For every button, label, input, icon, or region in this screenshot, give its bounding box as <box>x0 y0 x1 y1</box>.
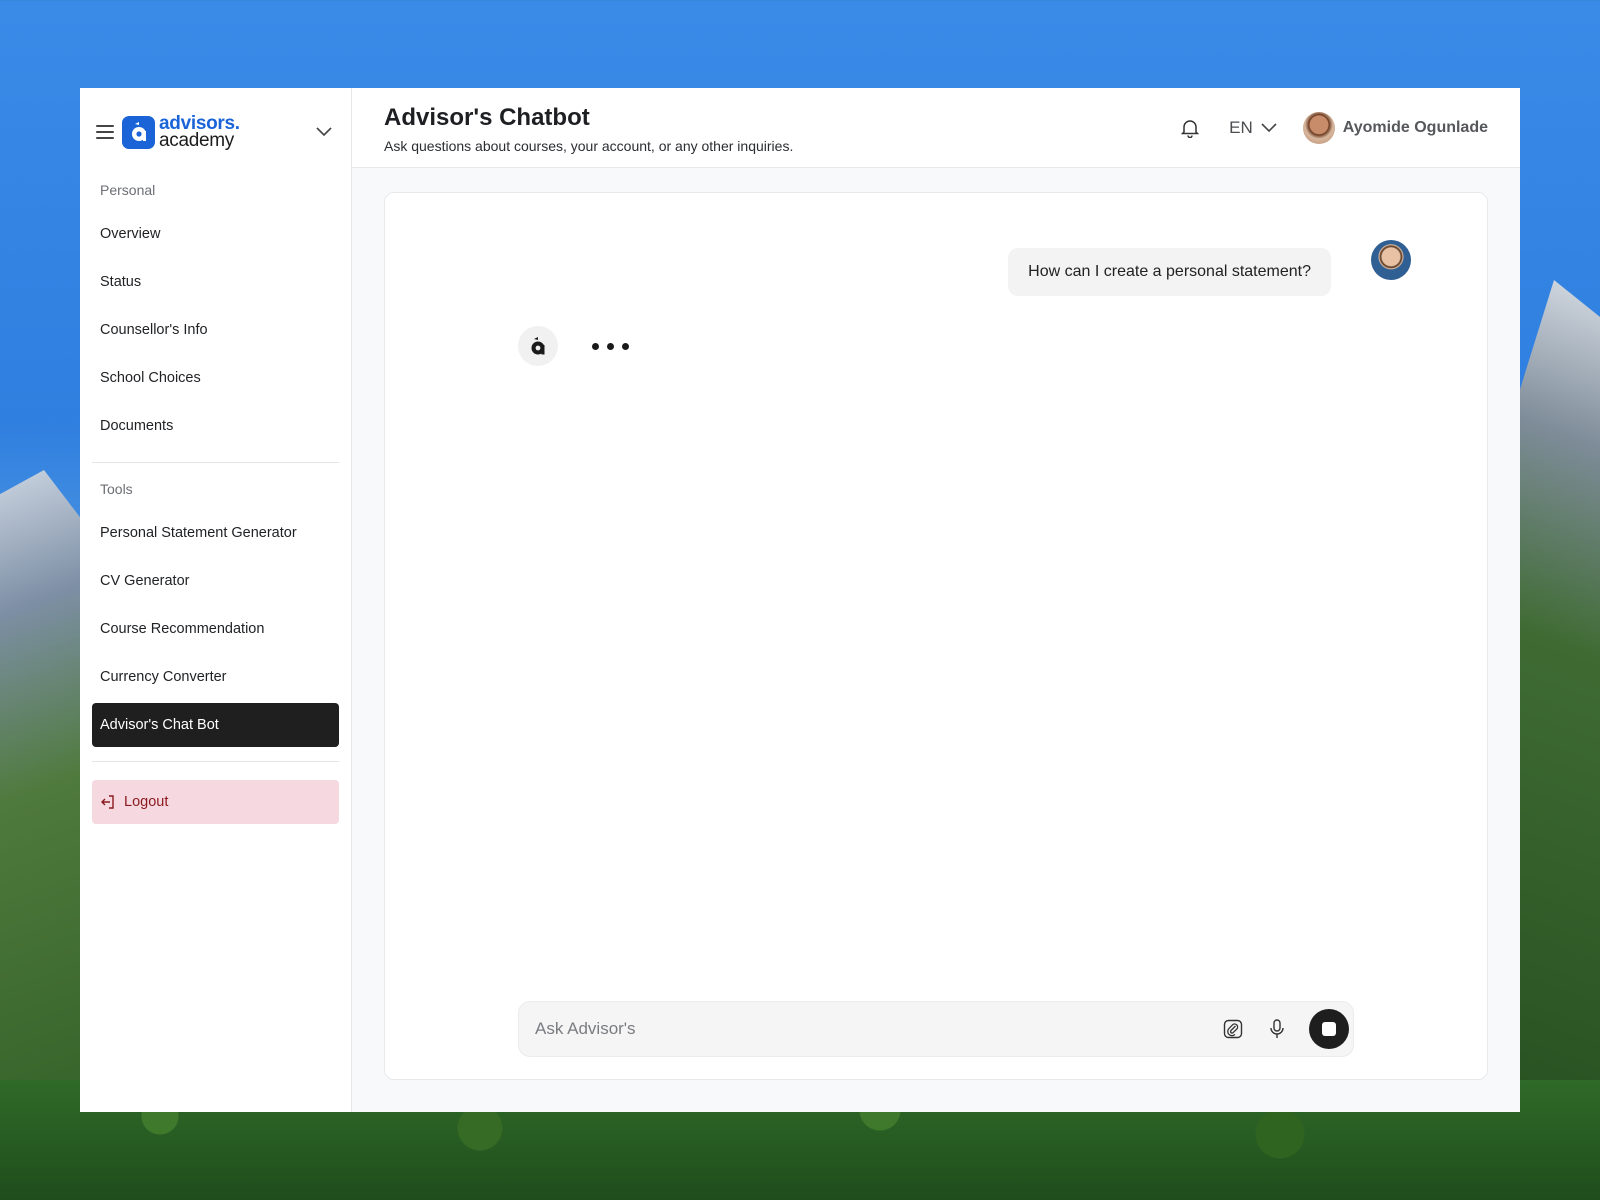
logout-label: Logout <box>124 794 169 810</box>
sidebar-item-course-recommendation[interactable]: Course Recommendation <box>92 607 339 651</box>
chat-input[interactable] <box>535 1019 1201 1039</box>
stop-icon <box>1322 1022 1336 1036</box>
top-actions: EN Ayomide Ogunlade <box>1179 111 1488 144</box>
app-window: advisors. academy Personal Overview Stat… <box>80 88 1520 1112</box>
brand-header: advisors. academy <box>92 88 339 176</box>
typing-indicator <box>592 342 629 350</box>
typing-dot <box>607 342 614 350</box>
sidebar-item-status[interactable]: Status <box>92 260 339 304</box>
sidebar-item-advisors-chat-bot[interactable]: Advisor's Chat Bot <box>92 703 339 747</box>
typing-dot <box>622 342 629 350</box>
bot-message <box>518 326 629 366</box>
user-message: How can I create a personal statement? <box>1008 240 1411 296</box>
sidebar-item-counsellors-info[interactable]: Counsellor's Info <box>92 308 339 352</box>
main-area: Advisor's Chatbot Ask questions about co… <box>352 88 1520 1112</box>
sidebar: advisors. academy Personal Overview Stat… <box>80 88 352 1112</box>
chevron-down-icon[interactable] <box>315 123 333 141</box>
hamburger-menu-icon[interactable] <box>96 125 114 139</box>
logout-icon <box>101 795 114 809</box>
brand-line2: academy <box>159 130 234 151</box>
chat-composer <box>518 1001 1354 1057</box>
user-menu[interactable]: Ayomide Ogunlade <box>1302 111 1488 144</box>
sidebar-divider <box>92 761 339 762</box>
typing-dot <box>592 342 599 350</box>
chat-panel: How can I create a personal statement? <box>384 192 1488 1080</box>
sidebar-item-school-choices[interactable]: School Choices <box>92 356 339 400</box>
bell-icon[interactable] <box>1179 117 1201 139</box>
brand-logo[interactable]: advisors. academy <box>159 114 240 151</box>
page-title: Advisor's Chatbot <box>384 103 590 131</box>
user-message-bubble: How can I create a personal statement? <box>1008 248 1331 296</box>
sidebar-item-currency-converter[interactable]: Currency Converter <box>92 655 339 699</box>
content-area: How can I create a personal statement? <box>352 168 1520 1112</box>
logo-icon <box>122 115 155 149</box>
user-name: Ayomide Ogunlade <box>1342 118 1488 136</box>
microphone-icon[interactable] <box>1265 1017 1289 1041</box>
attach-icon[interactable] <box>1221 1017 1245 1041</box>
sidebar-divider <box>92 462 339 463</box>
sidebar-item-personal-statement-generator[interactable]: Personal Statement Generator <box>92 511 339 555</box>
bot-avatar-icon <box>518 326 558 366</box>
section-label-tools: Tools <box>100 481 133 497</box>
sidebar-item-documents[interactable]: Documents <box>92 404 339 448</box>
sidebar-item-cv-generator[interactable]: CV Generator <box>92 559 339 603</box>
stop-button[interactable] <box>1309 1009 1349 1049</box>
chevron-down-icon <box>1261 122 1277 132</box>
language-selector[interactable]: EN <box>1229 118 1277 138</box>
avatar <box>1302 111 1335 144</box>
language-label: EN <box>1229 117 1253 137</box>
title-block: Advisor's Chatbot Ask questions about co… <box>384 102 1179 154</box>
section-label-personal: Personal <box>100 182 156 198</box>
page-subtitle: Ask questions about courses, your accoun… <box>384 137 794 154</box>
topbar: Advisor's Chatbot Ask questions about co… <box>352 88 1520 168</box>
logout-button[interactable]: Logout <box>92 780 339 824</box>
sidebar-item-overview[interactable]: Overview <box>92 212 339 256</box>
user-avatar <box>1371 240 1411 280</box>
